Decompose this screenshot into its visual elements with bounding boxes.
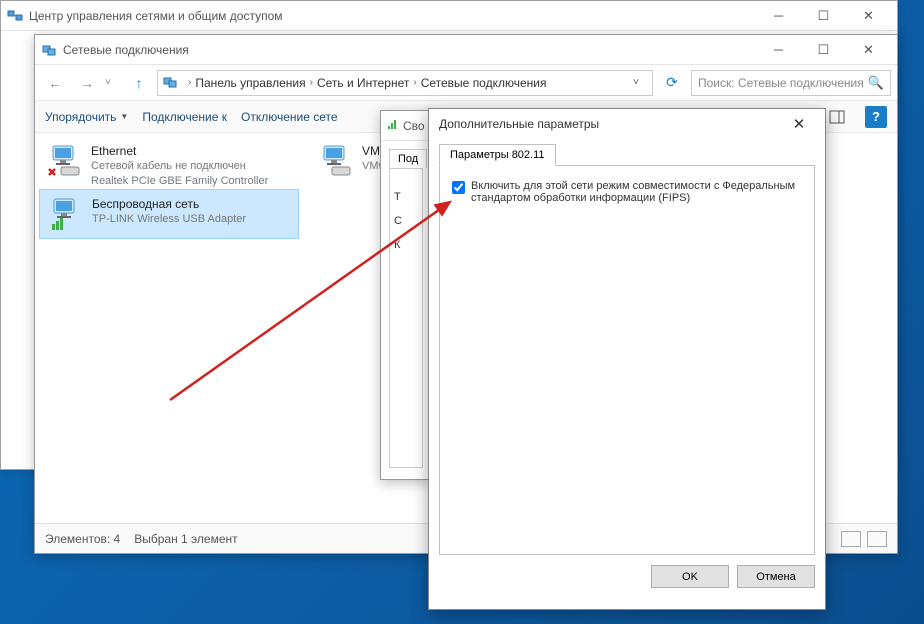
window-title: Сво bbox=[381, 111, 431, 141]
nav-history-dropdown[interactable]: ˅ bbox=[105, 77, 121, 88]
connect-to-button[interactable]: Подключение к bbox=[142, 110, 227, 124]
nav-up-button[interactable]: ↑ bbox=[125, 69, 153, 97]
details-view-button[interactable] bbox=[841, 531, 861, 547]
maximize-button[interactable]: ☐ bbox=[801, 36, 846, 64]
chevron-right-icon: › bbox=[413, 77, 416, 88]
network-adapter: Realtek PCIe GBE Family Controller bbox=[91, 174, 268, 189]
network-text: Беспроводная сеть TP-LINK Wireless USB A… bbox=[92, 196, 246, 227]
breadcrumb-icon bbox=[162, 74, 180, 92]
connections-icon bbox=[41, 42, 57, 58]
network-item-wireless[interactable]: Беспроводная сеть TP-LINK Wireless USB A… bbox=[39, 189, 299, 239]
titlebar: Центр управления сетями и общим доступом… bbox=[1, 1, 897, 31]
network-text: Ethernet Сетевой кабель не подключен Rea… bbox=[91, 143, 268, 189]
fips-checkbox-row: Включить для этой сети режим совместимос… bbox=[452, 180, 802, 204]
minimize-button[interactable]: ─ bbox=[756, 36, 801, 64]
network-item-vmware[interactable]: VMw VMw bbox=[310, 137, 390, 185]
chevron-right-icon: › bbox=[310, 77, 313, 88]
network-status: Сетевой кабель не подключен bbox=[91, 159, 268, 174]
network-center-icon bbox=[7, 8, 23, 24]
tab-row: Параметры 802.11 bbox=[429, 143, 825, 165]
tab-panel: Включить для этой сети режим совместимос… bbox=[439, 165, 815, 555]
nav-forward-button[interactable]: → bbox=[73, 69, 101, 97]
search-input[interactable]: Поиск: Сетевые подключения 🔍 bbox=[691, 70, 891, 96]
network-adapter: TP-LINK Wireless USB Adapter bbox=[92, 212, 246, 227]
vmware-icon bbox=[318, 143, 354, 179]
preview-pane-button[interactable] bbox=[823, 105, 851, 129]
window-title: Сетевые подключения bbox=[63, 43, 756, 57]
organize-menu[interactable]: Упорядочить ▼ bbox=[45, 110, 128, 124]
disconnect-button[interactable]: Отключение сете bbox=[241, 110, 338, 124]
ok-button[interactable]: OK bbox=[651, 565, 729, 588]
ethernet-icon bbox=[47, 143, 83, 179]
tab-panel: T С К bbox=[389, 168, 423, 468]
item-count: Элементов: 4 bbox=[45, 532, 120, 546]
dialog-buttons: OK Отмена bbox=[429, 565, 825, 598]
window-controls: ─ ☐ ✕ bbox=[756, 2, 891, 30]
breadcrumb-item[interactable]: Сетевые подключения bbox=[421, 76, 547, 90]
dialog-title: Дополнительные параметры bbox=[439, 117, 599, 131]
selected-count: Выбран 1 элемент bbox=[134, 532, 237, 546]
connection-properties-window: Сво Под T С К bbox=[380, 110, 432, 480]
search-placeholder: Поиск: Сетевые подключения bbox=[698, 76, 864, 90]
view-icons bbox=[841, 531, 887, 547]
nav-row: ← → ˅ ↑ › Панель управления › Сеть и Инт… bbox=[35, 65, 897, 101]
breadcrumb-item[interactable]: Сеть и Интернет bbox=[317, 76, 409, 90]
search-icon: 🔍 bbox=[868, 75, 884, 91]
network-title: Беспроводная сеть bbox=[92, 196, 246, 212]
tab-80211[interactable]: Параметры 802.11 bbox=[439, 144, 556, 166]
breadcrumb[interactable]: › Панель управления › Сеть и Интернет › … bbox=[157, 70, 653, 96]
dialog-titlebar: Дополнительные параметры ✕ bbox=[429, 109, 825, 139]
chevron-down-icon: ▼ bbox=[120, 112, 128, 121]
chevron-right-icon: › bbox=[188, 77, 191, 88]
help-button[interactable]: ? bbox=[865, 106, 887, 128]
refresh-button[interactable]: ⟳ bbox=[657, 70, 687, 96]
close-button[interactable]: ✕ bbox=[783, 112, 815, 136]
close-button[interactable]: ✕ bbox=[846, 2, 891, 30]
breadcrumb-dropdown[interactable]: ˅ bbox=[624, 77, 648, 88]
titlebar: Сетевые подключения ─ ☐ ✕ bbox=[35, 35, 897, 65]
maximize-button[interactable]: ☐ bbox=[801, 2, 846, 30]
large-icons-view-button[interactable] bbox=[867, 531, 887, 547]
signal-icon bbox=[387, 118, 399, 133]
window-title: Центр управления сетями и общим доступом bbox=[29, 9, 756, 23]
advanced-params-dialog: Дополнительные параметры ✕ Параметры 802… bbox=[428, 108, 826, 610]
fips-checkbox[interactable] bbox=[452, 181, 465, 194]
nav-back-button[interactable]: ← bbox=[41, 69, 69, 97]
minimize-button[interactable]: ─ bbox=[756, 2, 801, 30]
network-title: Ethernet bbox=[91, 143, 268, 159]
wireless-icon bbox=[48, 196, 84, 232]
tab[interactable]: Под bbox=[389, 149, 427, 168]
breadcrumb-item[interactable]: Панель управления bbox=[195, 76, 305, 90]
network-item-ethernet[interactable]: Ethernet Сетевой кабель не подключен Rea… bbox=[39, 137, 299, 195]
cancel-button[interactable]: Отмена bbox=[737, 565, 815, 588]
close-button[interactable]: ✕ bbox=[846, 36, 891, 64]
window-controls: ─ ☐ ✕ bbox=[756, 36, 891, 64]
fips-checkbox-label[interactable]: Включить для этой сети режим совместимос… bbox=[471, 180, 802, 204]
